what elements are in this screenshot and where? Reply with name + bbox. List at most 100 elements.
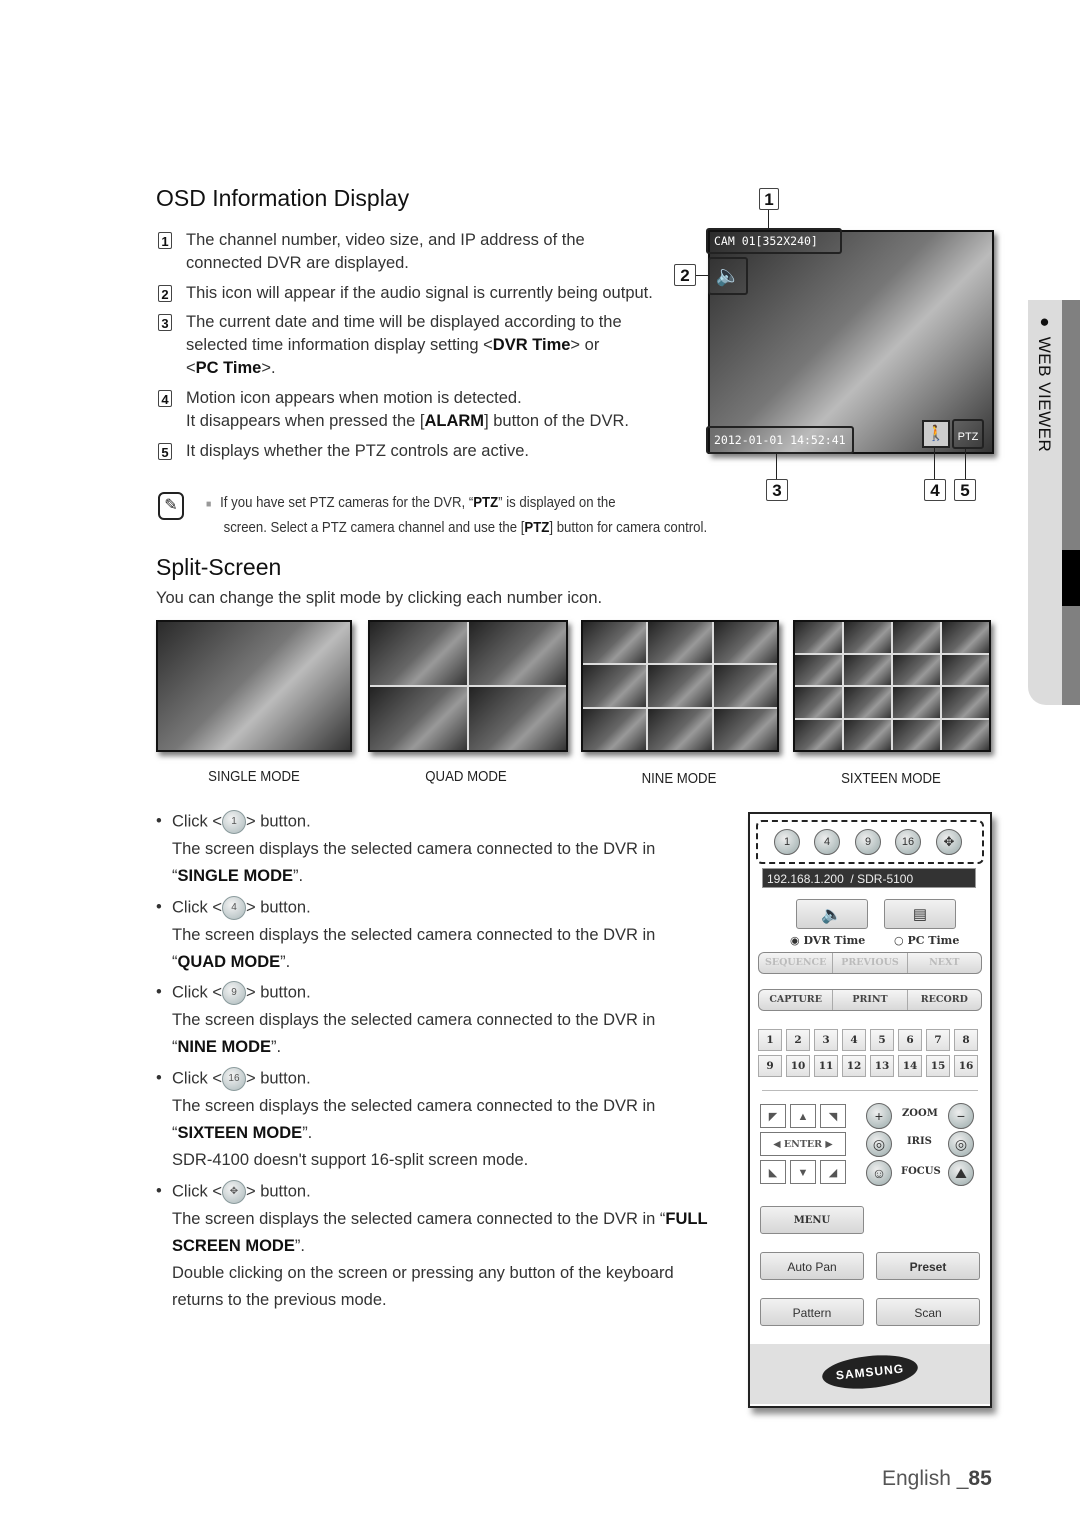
page-number: 85 (968, 1467, 992, 1490)
bullet-single: • Click <1 > button. (156, 810, 311, 834)
osd-text: ] button of the DVR. (484, 412, 629, 430)
audio-button[interactable]: 🔈 (796, 899, 868, 929)
bullet-dot-icon: • (156, 898, 162, 916)
sequence-button[interactable]: SEQUENCE (759, 953, 834, 973)
channel-button[interactable]: 14 (898, 1055, 922, 1077)
record-button[interactable]: RECORD (908, 990, 981, 1010)
mode-4-button[interactable]: 4 (814, 829, 840, 855)
desc-text: The screen displays the selected camera … (172, 1097, 656, 1115)
channel-button[interactable]: 7 (926, 1029, 950, 1051)
mode-ref: FULL (665, 1210, 708, 1228)
mode-16-button[interactable]: 16 (895, 829, 921, 855)
mode-ref: SINGLE MODE (177, 867, 294, 885)
divider (762, 1090, 978, 1091)
mode-button-group: 1 4 9 16 ✥ (756, 820, 984, 864)
osd-text: This icon will appear if the audio signa… (186, 284, 653, 302)
zoom-out-button[interactable]: − (948, 1103, 974, 1129)
callout-2: 2 (674, 264, 696, 286)
preset-button[interactable]: Preset (876, 1252, 980, 1280)
mode-label-sixteen: SIXTEEN MODE (841, 770, 941, 787)
channel-button[interactable]: 4 (842, 1029, 866, 1051)
bullet-text: Click < (172, 812, 222, 831)
osd-text: connected DVR are displayed. (186, 254, 409, 272)
desc-single: The screen displays the selected camera … (172, 838, 742, 887)
focus-near-button[interactable]: ☺ (866, 1160, 892, 1186)
callout-number: 5 (158, 443, 172, 460)
pattern-button[interactable]: Pattern (760, 1298, 864, 1326)
alarm-ref: ALARM (424, 412, 485, 430)
note-text: ■ If you have set PTZ cameras for the DVR… (206, 491, 787, 539)
bullet-text: > button. (245, 898, 311, 917)
channel-button[interactable]: 1 (758, 1029, 782, 1051)
bullet-text: > button. (245, 812, 311, 831)
iris-close-button[interactable]: ◎ (948, 1131, 974, 1157)
osd-text: The channel number, video size, and IP a… (186, 231, 585, 249)
channel-button[interactable]: 11 (814, 1055, 838, 1077)
channel-button[interactable]: 16 (954, 1055, 978, 1077)
channel-button[interactable]: 12 (842, 1055, 866, 1077)
dvr-time-radio[interactable]: ◉ DVR Time (790, 934, 865, 947)
next-button[interactable]: NEXT (908, 953, 981, 973)
down-left-arrow-button[interactable]: ◣ (760, 1160, 786, 1184)
square-bullet-icon: ■ (206, 499, 212, 510)
down-right-arrow-button[interactable]: ◢ (820, 1160, 846, 1184)
up-right-arrow-button[interactable]: ◥ (820, 1104, 846, 1128)
desc-text: Double clicking on the screen or pressin… (172, 1264, 674, 1282)
channel-button[interactable]: 2 (786, 1029, 810, 1051)
callout-line (965, 448, 966, 480)
section-side-label: ● WEB VIEWER (1034, 312, 1054, 452)
menu-button[interactable]: MENU (760, 1206, 864, 1234)
channel-button[interactable]: 3 (814, 1029, 838, 1051)
samsung-logo: SAMSUNG (820, 1351, 920, 1393)
callout-line (934, 448, 935, 480)
radio-unselected-icon: ○ (894, 934, 904, 947)
channel-button[interactable]: 8 (954, 1029, 978, 1051)
bullet-dot-icon: • (156, 1182, 162, 1200)
iris-open-button[interactable]: ◎ (866, 1131, 892, 1157)
down-arrow-button[interactable]: ▼ (790, 1160, 816, 1184)
previous-button[interactable]: PREVIOUS (833, 953, 908, 973)
walking-person-icon: 🚶 (922, 420, 950, 448)
quad-mode-thumb (368, 620, 568, 752)
note-line: screen. Select a PTZ camera channel and … (223, 519, 525, 536)
desc-nine: The screen displays the selected camera … (172, 1009, 742, 1058)
enter-button[interactable]: ◀ ENTER ▶ (760, 1132, 846, 1156)
bullet-text: Click < (172, 898, 222, 917)
scan-button[interactable]: Scan (876, 1298, 980, 1326)
desc-text: The screen displays the selected camera … (172, 926, 656, 944)
right-arrow-icon: ▶ (825, 1139, 833, 1150)
split-title: Split-Screen (156, 554, 282, 580)
mode-9-button[interactable]: 9 (855, 829, 881, 855)
footer-language: English _ (882, 1467, 969, 1490)
bullet-dot-icon: • (156, 983, 162, 1001)
focus-label: FOCUS (901, 1166, 941, 1177)
channel-button[interactable]: 15 (926, 1055, 950, 1077)
print-button[interactable]: PRINT (833, 990, 908, 1010)
osd-text: The current date and time will be displa… (186, 313, 622, 331)
capture-button[interactable]: CAPTURE (759, 990, 834, 1010)
pc-time-radio[interactable]: ○ PC Time (894, 934, 959, 947)
side-strip (1062, 300, 1080, 705)
channel-button[interactable]: 6 (898, 1029, 922, 1051)
channel-button[interactable]: 13 (870, 1055, 894, 1077)
mode-ref: NINE MODE (177, 1038, 272, 1056)
note-line: ” is displayed on the (498, 494, 616, 511)
bullet-text: > button. (245, 1182, 311, 1201)
pc-time-ref: PC Time (195, 359, 262, 377)
channel-button[interactable]: 9 (758, 1055, 782, 1077)
osd-settings-button[interactable]: ▤ (884, 899, 956, 929)
up-left-arrow-button[interactable]: ◤ (760, 1104, 786, 1128)
zoom-in-button[interactable]: + (866, 1103, 892, 1129)
focus-far-button[interactable]: ⛰ (948, 1160, 974, 1186)
auto-pan-button[interactable]: Auto Pan (760, 1252, 864, 1280)
fullscreen-button[interactable]: ✥ (936, 829, 962, 855)
mode-1-button[interactable]: 1 (774, 829, 800, 855)
channel-button[interactable]: 5 (870, 1029, 894, 1051)
up-arrow-button[interactable]: ▲ (790, 1104, 816, 1128)
single-mode-thumb (156, 620, 352, 752)
channel-button[interactable]: 10 (786, 1055, 810, 1077)
bullet-sixteen: • Click <16 > button. (156, 1067, 311, 1091)
callout-4: 4 (924, 479, 946, 501)
enter-label: ENTER (783, 1139, 823, 1150)
left-arrow-icon: ◀ (773, 1139, 781, 1150)
